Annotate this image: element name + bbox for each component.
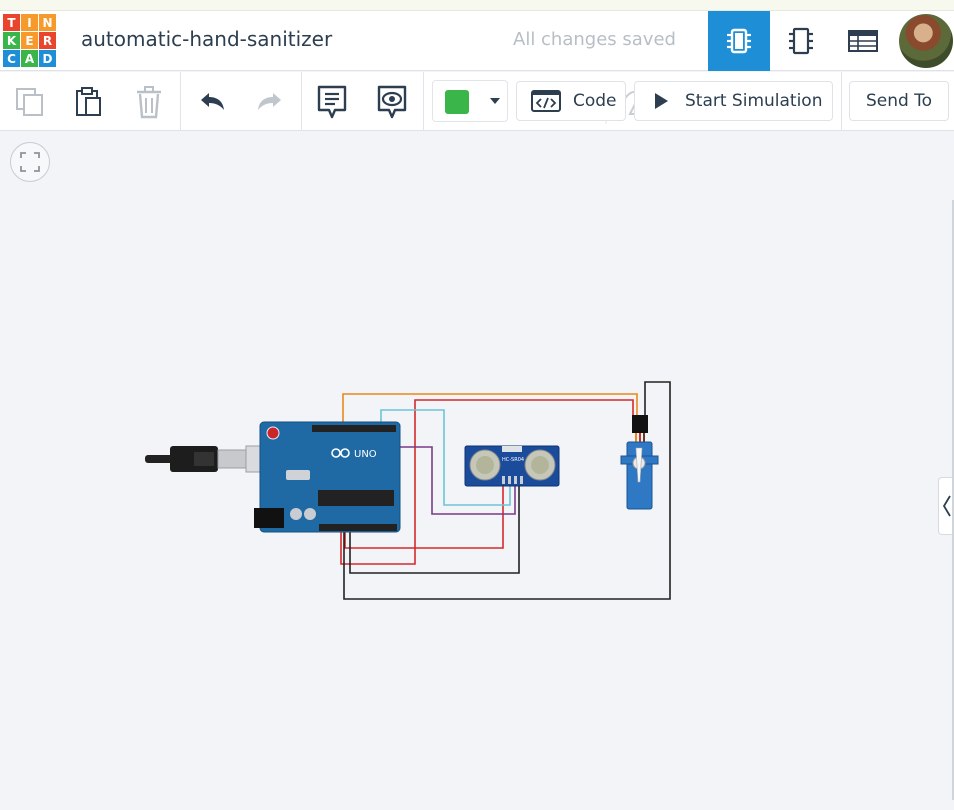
arduino-uno[interactable]: UNO xyxy=(254,421,401,533)
chevron-left-icon xyxy=(942,495,951,517)
sensor-model-label: HC-SR04 xyxy=(502,457,524,463)
circuit-diagram: UNO HC-SR04 xyxy=(145,381,671,600)
arduino-model-label: UNO xyxy=(354,449,377,460)
ultrasonic-sensor[interactable]: HC-SR04 xyxy=(464,445,560,487)
micro-servo[interactable] xyxy=(620,415,659,510)
